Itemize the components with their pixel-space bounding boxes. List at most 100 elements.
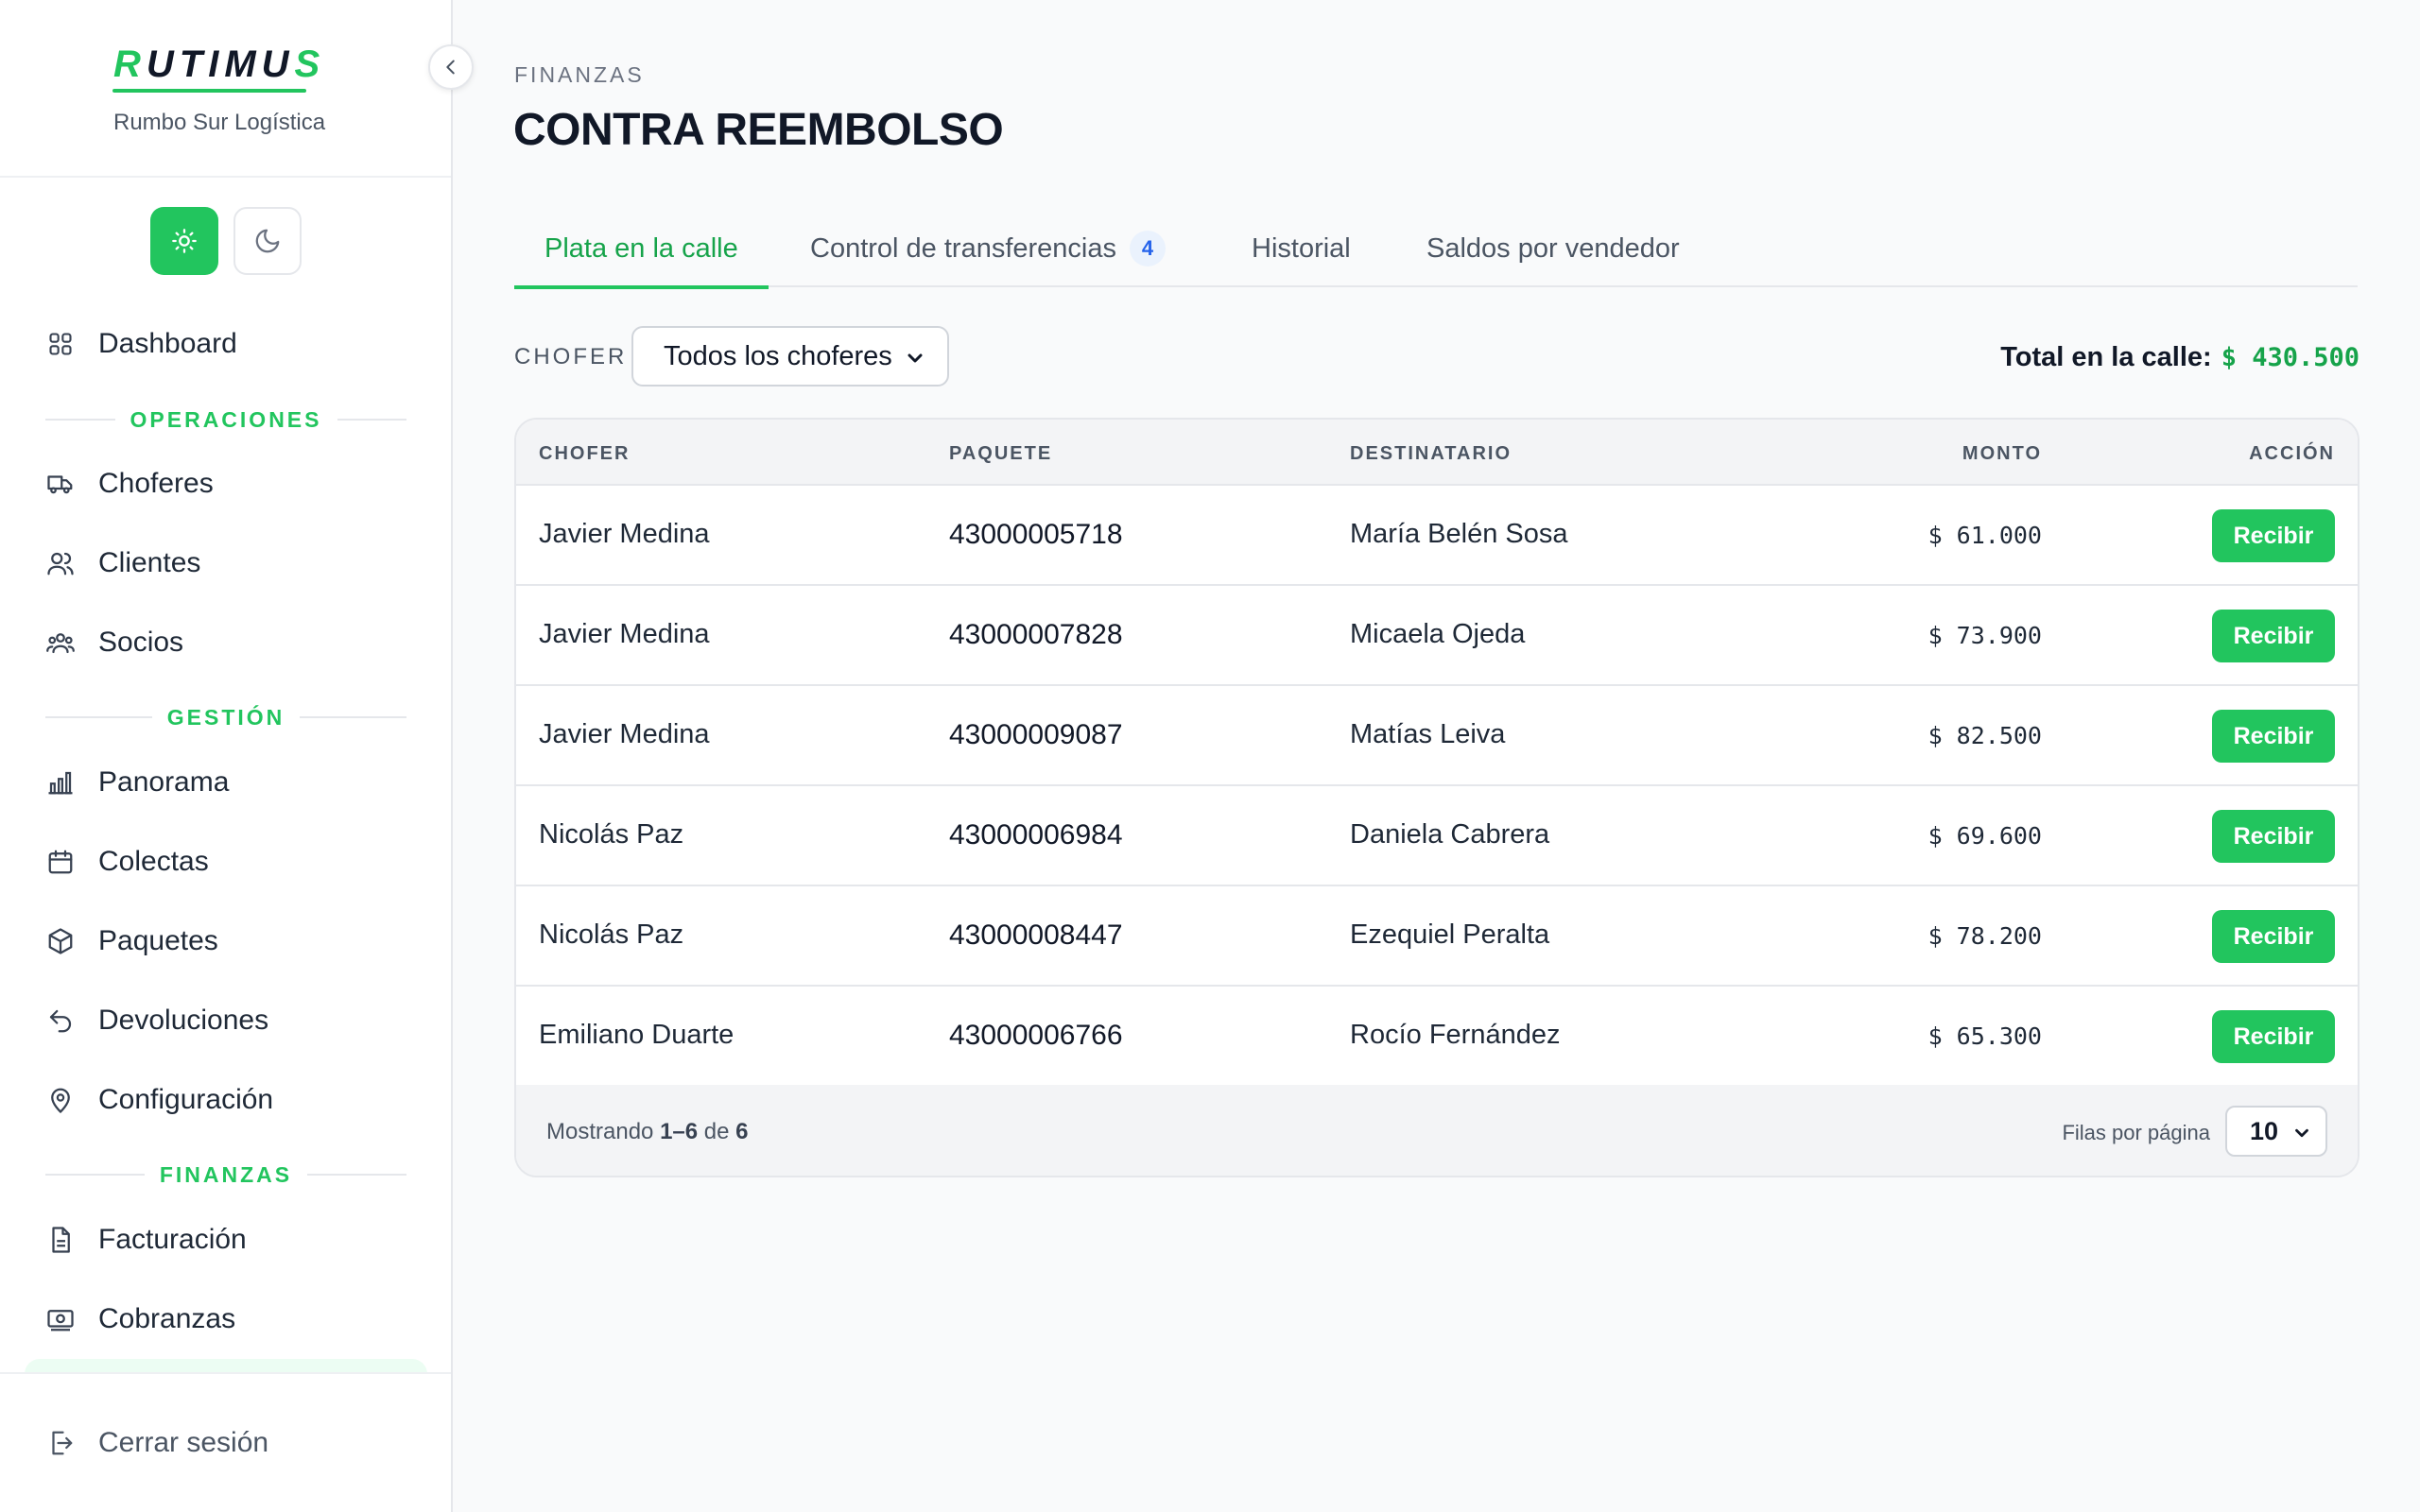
sidebar-item-facturacion[interactable]: Facturación bbox=[0, 1211, 451, 1268]
section-gestion: GESTIÓN bbox=[45, 703, 407, 731]
sidebar-collapse-button[interactable] bbox=[428, 44, 474, 90]
sidebar-item-label: Devoluciones bbox=[98, 1005, 269, 1036]
cell-destinatario: María Belén Sosa bbox=[1350, 519, 1568, 549]
chofer-select[interactable]: Todos los choferes bbox=[631, 326, 949, 387]
sidebar-item-label: Choferes bbox=[98, 468, 214, 499]
table-row: Emiliano Duarte 43000006766 Rocío Fernán… bbox=[516, 987, 2358, 1087]
cell-paquete[interactable]: 43000006984 bbox=[949, 819, 1123, 851]
sidebar-item-label: Configuración bbox=[98, 1084, 274, 1115]
sidebar-item-choferes[interactable]: Choferes bbox=[0, 455, 451, 512]
column-header-paquete: PAQUETE bbox=[949, 443, 1053, 464]
column-header-destinatario: DESTINATARIO bbox=[1350, 443, 1512, 464]
cell-monto: $ 61.000 bbox=[1927, 522, 2042, 549]
cell-paquete[interactable]: 43000007828 bbox=[949, 619, 1123, 651]
sidebar-item-socios[interactable]: Socios bbox=[0, 614, 451, 671]
sidebar-item-label: Paquetes bbox=[98, 925, 218, 956]
cell-paquete[interactable]: 43000008447 bbox=[949, 919, 1123, 952]
column-header-chofer: CHOFER bbox=[539, 443, 631, 464]
truck-icon bbox=[45, 469, 76, 499]
section-operaciones: OPERACIONES bbox=[45, 405, 407, 434]
chevron-down-icon bbox=[2295, 1128, 2308, 1138]
cell-chofer: Javier Medina bbox=[539, 719, 710, 749]
recibir-button[interactable]: Recibir bbox=[2212, 610, 2335, 662]
box-icon bbox=[45, 926, 76, 956]
tab-control-de-transferencias[interactable]: Control de transferencias 4 bbox=[810, 210, 1166, 287]
table-row: Javier Medina 43000007828 Micaela Ojeda … bbox=[516, 586, 2358, 686]
total-en-la-calle: Total en la calle: $ 430.500 bbox=[2000, 342, 2360, 373]
cell-monto: $ 78.200 bbox=[1927, 922, 2042, 950]
cell-chofer: Emiliano Duarte bbox=[539, 1020, 735, 1050]
sidebar-item-label: Panorama bbox=[98, 766, 230, 798]
sidebar-item-label: Cobranzas bbox=[98, 1303, 236, 1334]
sidebar-item-label: Facturación bbox=[98, 1224, 247, 1255]
tab-bar: Plata en la calle Control de transferenc… bbox=[514, 210, 2358, 289]
chofer-filter-label: CHOFER bbox=[514, 344, 628, 369]
recibir-button[interactable]: Recibir bbox=[2212, 509, 2335, 562]
tab-count-badge: 4 bbox=[1130, 231, 1166, 266]
sidebar: RUTIMUS Rumbo Sur Logística Dashboard OP… bbox=[0, 0, 453, 1512]
tab-saldos-por-vendedor[interactable]: Saldos por vendedor bbox=[1426, 210, 1680, 287]
pagination-summary: Mostrando 1–6 de 6 bbox=[546, 1119, 749, 1144]
sidebar-item-devoluciones[interactable]: Devoluciones bbox=[0, 992, 451, 1049]
sidebar-item-label: Clientes bbox=[98, 547, 201, 578]
grid-icon bbox=[45, 329, 76, 359]
sidebar-item-label: Dashboard bbox=[98, 328, 237, 359]
table-row: Javier Medina 43000005718 María Belén So… bbox=[516, 486, 2358, 586]
cell-monto: $ 69.600 bbox=[1927, 822, 2042, 850]
document-icon bbox=[45, 1225, 76, 1255]
bar-chart-icon bbox=[45, 767, 76, 798]
total-label: Total en la calle: bbox=[2000, 342, 2212, 372]
table-row: Javier Medina 43000009087 Matías Leiva $… bbox=[516, 686, 2358, 786]
dark-theme-button[interactable] bbox=[233, 207, 302, 275]
recibir-button[interactable]: Recibir bbox=[2212, 1010, 2335, 1063]
recibir-button[interactable]: Recibir bbox=[2212, 910, 2335, 963]
return-arrow-icon bbox=[45, 1005, 76, 1036]
sidebar-item-panorama[interactable]: Panorama bbox=[0, 754, 451, 811]
logout-button[interactable]: Cerrar sesión bbox=[0, 1415, 451, 1471]
light-theme-button[interactable] bbox=[150, 207, 218, 275]
sidebar-item-dashboard[interactable]: Dashboard bbox=[0, 316, 451, 372]
column-header-monto: MONTO bbox=[1962, 443, 2042, 464]
column-header-accion: ACCIÓN bbox=[2249, 443, 2335, 464]
tab-plata-en-la-calle[interactable]: Plata en la calle bbox=[514, 210, 769, 289]
recibir-button[interactable]: Recibir bbox=[2212, 810, 2335, 863]
cell-paquete[interactable]: 43000006766 bbox=[949, 1020, 1123, 1052]
table-row: Nicolás Paz 43000008447 Ezequiel Peralta… bbox=[516, 886, 2358, 987]
chevron-left-icon bbox=[446, 60, 455, 75]
sun-icon bbox=[172, 229, 197, 253]
sidebar-item-cobranzas[interactable]: Cobranzas bbox=[0, 1291, 451, 1348]
banknote-icon bbox=[45, 1304, 76, 1334]
cod-table: CHOFER PAQUETE DESTINATARIO MONTO ACCIÓN… bbox=[514, 418, 2360, 1177]
group-icon bbox=[45, 627, 76, 658]
breadcrumb: FINANZAS bbox=[514, 62, 645, 87]
users-icon bbox=[45, 548, 76, 578]
section-finanzas: FINANZAS bbox=[45, 1160, 406, 1189]
rows-per-page-select[interactable]: 10 bbox=[2225, 1106, 2327, 1157]
cell-chofer: Nicolás Paz bbox=[539, 819, 684, 850]
sidebar-item-paquetes[interactable]: Paquetes bbox=[0, 913, 451, 970]
sidebar-item-label: Colectas bbox=[98, 846, 209, 877]
calendar-icon bbox=[45, 847, 76, 877]
cell-paquete[interactable]: 43000005718 bbox=[949, 519, 1123, 551]
sidebar-item-colectas[interactable]: Colectas bbox=[0, 833, 451, 890]
sidebar-item-clientes[interactable]: Clientes bbox=[0, 535, 451, 592]
cell-monto: $ 65.300 bbox=[1927, 1022, 2042, 1050]
logo[interactable]: RUTIMUS bbox=[113, 43, 325, 86]
table-row: Nicolás Paz 43000006984 Daniela Cabrera … bbox=[516, 786, 2358, 886]
total-amount: $ 430.500 bbox=[2221, 343, 2360, 372]
map-pin-icon bbox=[45, 1085, 76, 1115]
cell-destinatario: Rocío Fernández bbox=[1350, 1020, 1561, 1050]
logo-underline bbox=[112, 89, 306, 93]
tab-historial[interactable]: Historial bbox=[1252, 210, 1351, 287]
cell-paquete[interactable]: 43000009087 bbox=[949, 719, 1123, 751]
brand-subtitle: Rumbo Sur Logística bbox=[113, 110, 326, 135]
cell-destinatario: Micaela Ojeda bbox=[1350, 619, 1526, 649]
cell-chofer: Nicolás Paz bbox=[539, 919, 684, 950]
cell-chofer: Javier Medina bbox=[539, 519, 710, 549]
recibir-button[interactable]: Recibir bbox=[2212, 710, 2335, 763]
cell-monto: $ 82.500 bbox=[1927, 722, 2042, 749]
cell-destinatario: Ezequiel Peralta bbox=[1350, 919, 1550, 950]
sidebar-item-configuracion[interactable]: Configuración bbox=[0, 1072, 451, 1128]
cell-destinatario: Daniela Cabrera bbox=[1350, 819, 1550, 850]
moon-icon bbox=[255, 229, 280, 253]
